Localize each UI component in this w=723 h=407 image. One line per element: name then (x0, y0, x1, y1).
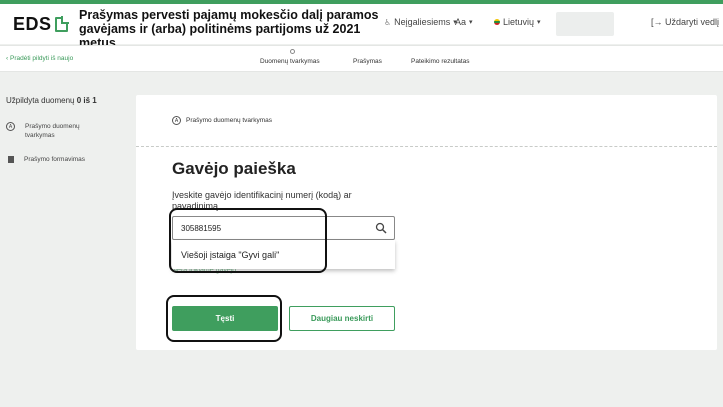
logout-icon: [→ (651, 17, 663, 27)
restart-link[interactable]: ‹ Pradėti pildyti iš naujo (6, 55, 73, 62)
logo-text: EDS (13, 14, 52, 34)
sidebar-item-request-forming[interactable]: Prašymo formavimas (6, 156, 85, 163)
filled-count-label: Užpildyta duomenų (6, 96, 75, 105)
search-icon[interactable] (375, 222, 387, 234)
current-step-indicator (290, 49, 295, 54)
user-area[interactable] (556, 12, 614, 36)
no-more-recipients-button[interactable]: Daugiau neskirti (289, 306, 395, 331)
font-size-label: Aa (455, 17, 467, 27)
section-title: Gavėjo paieška (172, 159, 296, 178)
filled-count-value: 0 iš 1 (76, 96, 97, 105)
close-label: Uždaryti vedlį (665, 17, 720, 27)
sidebar-item-data-processing[interactable]: A Prašymo duomenų tvarkymas (6, 122, 95, 140)
app-frame: EDS Prašymas pervesti pajamų mokesčio da… (0, 4, 723, 407)
chevron-left-icon: ‹ (6, 55, 9, 62)
logo-mark-icon (54, 16, 69, 32)
wizard-steps-bar: ‹ Pradėti pildyti iš naujo Duomenų tvark… (0, 45, 723, 72)
highlight-outline (169, 208, 327, 273)
language-flag-icon (494, 19, 500, 25)
recipient-search-card: A Prašymo duomenų tvarkymas Gavėjo paieš… (136, 95, 717, 350)
sidebar-item-label: Prašymo duomenų tvarkymas (25, 123, 80, 139)
top-header: EDS Prašymas pervesti pajamų mokesčio da… (0, 4, 723, 50)
language-menu[interactable]: Lietuvių ▾ (494, 17, 541, 27)
chevron-down-icon: ▾ (469, 19, 473, 26)
language-label: Lietuvių (503, 17, 535, 27)
document-icon (8, 156, 14, 163)
sidebar-item-label: Prašymo formavimas (24, 156, 86, 163)
step-request: Prašymas (353, 58, 382, 65)
step-badge-a-icon: A (172, 116, 181, 125)
step-result: Pateikimo rezultatas (411, 58, 470, 65)
chevron-down-icon: ▾ (537, 19, 541, 26)
accessibility-label: Neįgaliesiems (394, 17, 451, 27)
accessibility-icon: ♿ (384, 17, 392, 27)
close-wizard-link[interactable]: [→ Uždaryti vedlį (651, 17, 719, 27)
eds-logo[interactable]: EDS (13, 14, 69, 35)
step-badge-a-icon: A (6, 122, 15, 131)
step-data-processing: Duomenų tvarkymas (260, 58, 320, 65)
divider (136, 146, 717, 147)
filled-count: Užpildyta duomenų 0 iš 1 (6, 96, 97, 105)
page-title: Prašymas pervesti pajamų mokesčio dalį p… (79, 8, 379, 50)
font-size-menu[interactable]: Aa ▾ (455, 17, 473, 27)
card-step-label: Prašymo duomenų tvarkymas (186, 117, 272, 124)
restart-label: Pradėti pildyti iš naujo (9, 55, 74, 62)
card-step-header: A Prašymo duomenų tvarkymas (172, 116, 272, 125)
highlight-outline (166, 295, 282, 342)
accessibility-menu[interactable]: ♿ Neįgaliesiems ▾ (384, 17, 457, 27)
